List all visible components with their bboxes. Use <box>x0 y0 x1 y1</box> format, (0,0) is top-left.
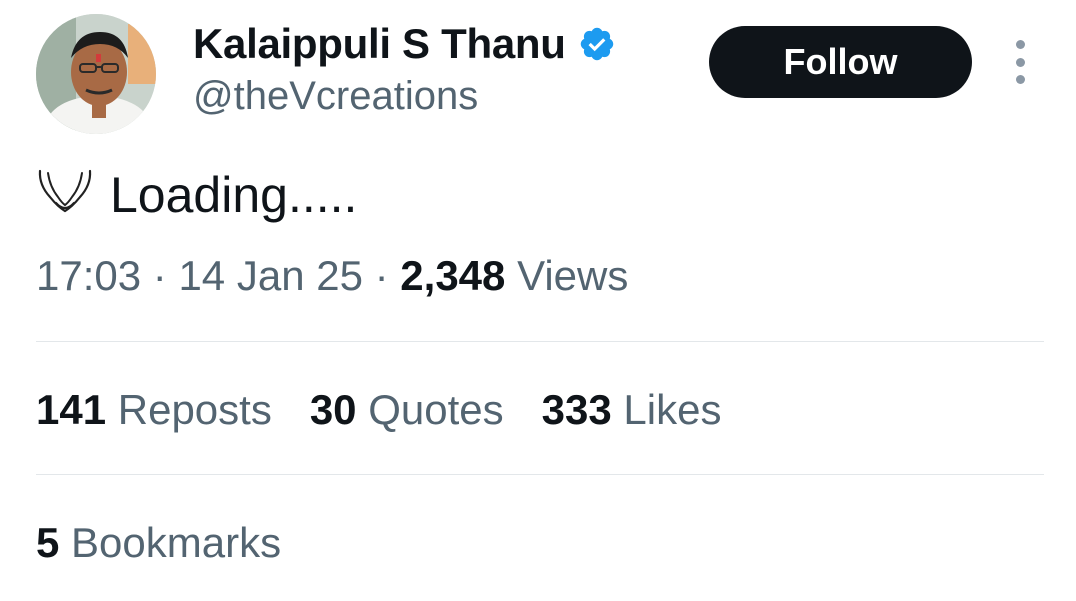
verified-badge-icon <box>580 27 613 61</box>
likes-count: 333 <box>541 386 612 433</box>
bookmarks-stat[interactable]: 5 Bookmarks <box>36 519 281 567</box>
likes-stat[interactable]: 333 Likes <box>542 386 722 434</box>
avatar-image <box>36 14 156 134</box>
ox-horns-emoji-icon <box>38 169 92 213</box>
views-label[interactable]: Views <box>517 252 628 299</box>
meta-separator: · <box>374 252 389 299</box>
reposts-stat[interactable]: 141 Reposts <box>36 386 272 434</box>
views-count[interactable]: 2,348 <box>400 252 505 299</box>
more-vertical-icon <box>1015 40 1025 49</box>
tweet-metadata: 17:03 · 14 Jan 25 · 2,348 Views <box>36 252 628 300</box>
tweet-body: Loading..... <box>36 160 357 230</box>
reposts-count: 141 <box>36 386 107 433</box>
divider <box>36 474 1044 475</box>
tweet-date[interactable]: 14 Jan 25 <box>178 252 363 299</box>
bookmarks-count: 5 <box>36 519 60 566</box>
divider <box>36 341 1044 342</box>
meta-separator: · <box>152 252 167 299</box>
likes-label: Likes <box>623 386 722 433</box>
more-options-button[interactable] <box>1004 40 1036 84</box>
quotes-label: Quotes <box>368 386 504 433</box>
bookmarks-label: Bookmarks <box>71 519 282 566</box>
author-display-name[interactable]: Kalaippuli S Thanu <box>193 20 566 68</box>
tweet-text: Loading..... <box>110 167 358 223</box>
engagement-stats: 141 Reposts 30 Quotes 333 Likes <box>36 386 759 434</box>
author-name-row[interactable]: Kalaippuli S Thanu <box>193 18 616 70</box>
reposts-label: Reposts <box>117 386 272 433</box>
quotes-count: 30 <box>309 386 357 433</box>
quotes-stat[interactable]: 30 Quotes <box>310 386 504 434</box>
author-handle[interactable]: @theVcreations <box>193 74 478 119</box>
avatar[interactable] <box>36 14 156 134</box>
follow-button[interactable]: Follow <box>709 26 972 98</box>
tweet-time[interactable]: 17:03 <box>36 252 141 299</box>
